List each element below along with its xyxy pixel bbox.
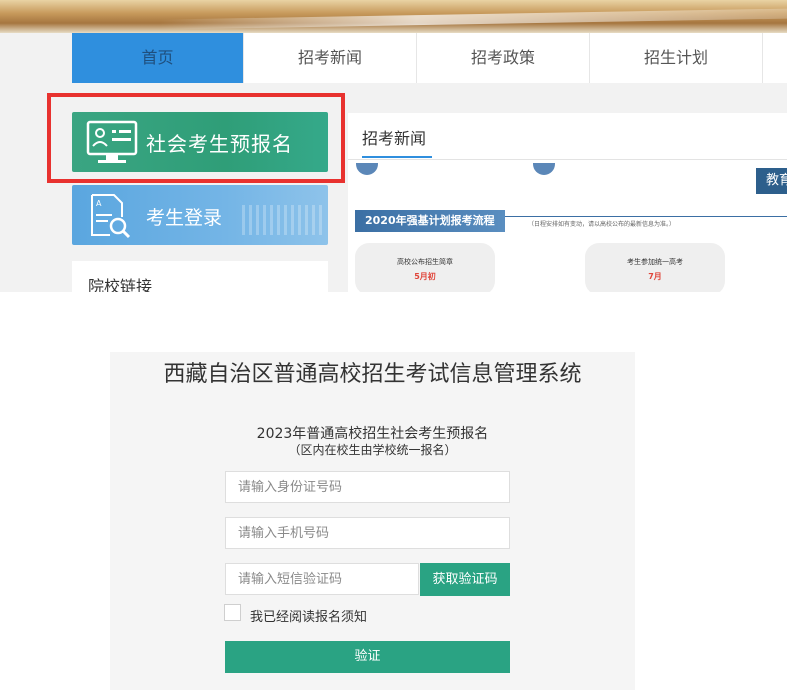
flow-title-bar: 2020年强基计划报考流程 [355, 210, 505, 232]
carousel-bubble-right [533, 163, 555, 175]
page: 首页 招考新闻 招考政策 招生计划 社会考生预报名 A 考生登录 院校链接 招考… [0, 0, 787, 690]
carousel-bubble-left [356, 163, 378, 175]
portal-home-screenshot: 首页 招考新闻 招考政策 招生计划 社会考生预报名 A 考生登录 院校链接 招考… [0, 0, 787, 292]
banner-decoration [160, 8, 787, 30]
flow-step-title: 高校公布招生简章 [397, 258, 453, 266]
nav-item-policy[interactable]: 招考政策 [417, 33, 590, 83]
form-title: 2023年普通高校招生社会考生预报名 [256, 426, 489, 442]
nav-item-news[interactable]: 招考新闻 [244, 33, 417, 83]
document-search-icon: A [91, 194, 131, 239]
id-number-input[interactable] [225, 471, 510, 503]
sms-code-input[interactable] [225, 563, 419, 595]
login-button-decoration [242, 205, 322, 235]
education-tag[interactable]: 教育 [756, 168, 787, 194]
agree-label: 我已经阅读报名须知 [250, 610, 368, 625]
nav-item-home[interactable]: 首页 [72, 33, 244, 83]
agree-checkbox[interactable] [224, 604, 241, 621]
main-nav: 首页 招考新闻 招考政策 招生计划 [72, 33, 787, 83]
flow-step-date: 7月 [648, 272, 662, 281]
red-highlight-frame [47, 93, 345, 183]
form-subtitle: （区内在校生由学校统一报名） [288, 443, 457, 457]
flow-title-line [505, 216, 787, 217]
school-links-card: 院校链接 [72, 261, 328, 292]
svg-text:A: A [96, 199, 102, 208]
news-panel: 招考新闻 教育 2020年强基计划报考流程 （日程安排如有变动，请以高校公布的最… [348, 113, 787, 292]
nav-item-plan[interactable]: 招生计划 [590, 33, 763, 83]
verify-button[interactable]: 验证 [225, 641, 510, 673]
school-links-title: 院校链接 [88, 277, 153, 292]
active-tab-underline [362, 156, 432, 158]
system-title: 西藏自治区普通高校招生考试信息管理系统 [163, 362, 582, 387]
tab-admission-news[interactable]: 招考新闻 [362, 125, 426, 149]
flow-step: 高校公布招生简章 5月初 [355, 243, 495, 292]
flow-step-date: 5月初 [414, 272, 436, 281]
flow-step: 考生参加统一高考 7月 [585, 243, 725, 292]
news-divider [348, 159, 787, 160]
phone-number-input[interactable] [225, 517, 510, 549]
pre-registration-form-screenshot: 西藏自治区普通高校招生考试信息管理系统 2023年普通高校招生社会考生预报名 （… [110, 352, 635, 690]
candidate-login-button[interactable]: A 考生登录 [72, 185, 328, 245]
login-button-label: 考生登录 [146, 207, 223, 229]
flow-note: （日程安排如有变动，请以高校公布的最新信息为准。） [528, 221, 676, 228]
flow-step-title: 考生参加统一高考 [627, 258, 683, 266]
header-banner [0, 0, 787, 33]
get-code-button[interactable]: 获取验证码 [420, 563, 510, 596]
